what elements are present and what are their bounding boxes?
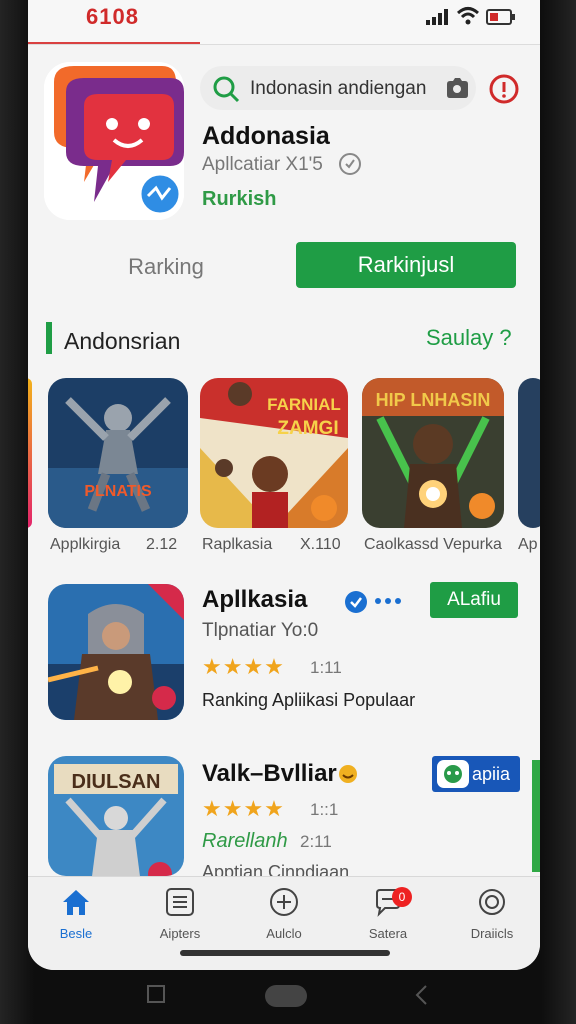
game-art-4	[48, 584, 184, 720]
tab-ranking[interactable]: Rarking	[96, 244, 236, 290]
list-thumb-2[interactable]: DIULSAN	[48, 756, 184, 876]
verified-badge-icon	[345, 591, 367, 613]
status-time: 6108	[86, 4, 139, 29]
home-icon	[63, 890, 89, 915]
gamepad-icon	[437, 760, 469, 788]
svg-text:HIP LNHASIN: HIP LNHASIN	[376, 390, 491, 410]
svg-text:ZAMGI: ZAMGI	[277, 418, 338, 439]
svg-text:DIULSAN: DIULSAN	[72, 771, 161, 793]
nav-label-apps: Aipters	[159, 926, 201, 941]
carousel-card-1[interactable]: PLNATIS	[48, 378, 188, 528]
wifi-icon	[456, 7, 480, 25]
install-button-1[interactable]: ALafiu	[430, 582, 518, 618]
svg-text:PLNATIS: PLNATIS	[84, 483, 152, 500]
rating-stars-1: ★★★★	[202, 654, 285, 679]
more-icon[interactable]	[374, 596, 402, 606]
camera-icon[interactable]	[444, 76, 470, 100]
nav-item-chat[interactable]: 0 Satera	[348, 887, 428, 941]
game-art-2: FARNIAL ZAMGI	[200, 378, 348, 528]
list-subtitle-1: Tlpnatiar Yo:0	[202, 620, 319, 641]
nav-item-apps[interactable]: Aipters	[140, 887, 220, 941]
status-divider	[28, 44, 540, 45]
app-name: Addonasia	[202, 122, 330, 150]
app-subtitle: Apllcatiar X1'5	[202, 154, 323, 175]
rating-value-1: 1:11	[310, 658, 342, 677]
alert-icon[interactable]	[488, 73, 520, 105]
list-title-1: Apllkasia	[202, 586, 308, 613]
signal-icon	[426, 9, 448, 25]
right-edge-accent	[532, 760, 540, 872]
recent-apps-icon[interactable]	[146, 984, 166, 1004]
carousel-label-2: Raplkasia	[202, 536, 273, 553]
app-icon[interactable]	[44, 62, 184, 220]
carousel-card-partial-left[interactable]	[28, 378, 32, 528]
nav-item-home[interactable]: Besle	[36, 887, 116, 941]
game-art-5: DIULSAN	[48, 756, 184, 876]
search-bar[interactable]: Indonasin andiengan	[200, 66, 476, 110]
carousel-card-3[interactable]: HIP LNHASIN	[362, 378, 504, 528]
chat-logo-icon	[44, 62, 184, 220]
notification-badge: 0	[392, 887, 412, 907]
carousel-extra-1: 2.12	[146, 536, 178, 553]
list-green-extra-2: 2:11	[300, 832, 332, 851]
status-bar: 6108	[28, 0, 540, 45]
back-icon[interactable]	[412, 984, 432, 1006]
game-art-3: HIP LNHASIN	[362, 378, 504, 528]
nav-item-add[interactable]: Aulclo	[244, 887, 324, 941]
home-indicator[interactable]	[180, 950, 390, 956]
app-category[interactable]: Rurkish	[202, 188, 276, 211]
search-placeholder: Indonasin andiengan	[250, 78, 427, 99]
battery-icon	[486, 9, 515, 25]
open-button-2[interactable]: apiia	[432, 756, 520, 792]
phone-frame: 6108 Indonasin andiengan Addonasia Apllc…	[0, 0, 576, 1024]
carousel-card-2[interactable]: FARNIAL ZAMGI	[200, 378, 348, 528]
rating-value-2: 1::1	[310, 800, 339, 819]
nav-label-details: Draiicls	[470, 926, 514, 941]
nav-label-add: Aulclo	[266, 926, 302, 941]
open-button-label-2: apiia	[472, 764, 511, 784]
list-thumb-1[interactable]	[48, 584, 184, 720]
carousel-label-4: Ap	[518, 536, 538, 553]
list-green-text-2: Rarellanh	[202, 830, 288, 852]
svg-text:FARNIAL: FARNIAL	[267, 395, 341, 414]
carousel-label-3: Caolkassd Vepurka	[364, 536, 502, 553]
list-title-2: Valk–Bvlliar	[202, 760, 337, 787]
plus-icon	[270, 888, 298, 916]
rating-stars-2: ★★★★	[202, 796, 285, 821]
list-icon	[166, 888, 194, 916]
carousel-extra-2: X.110	[300, 536, 341, 553]
section-more-link[interactable]: Saulay ?	[426, 325, 512, 351]
nav-label-chat: Satera	[368, 926, 408, 941]
tab-ranking-active[interactable]: Rarkinjusl	[296, 242, 516, 288]
carousel-card-partial-right[interactable]	[518, 378, 540, 528]
section-title: Andonsrian	[64, 328, 181, 354]
smile-icon	[339, 765, 357, 783]
carousel-label-1: Applkirgia	[50, 536, 121, 553]
nav-item-details[interactable]: Draiicls	[452, 887, 532, 941]
home-button-icon[interactable]	[264, 984, 308, 1010]
search-icon	[213, 76, 240, 103]
screen: 6108 Indonasin andiengan Addonasia Apllc…	[28, 0, 540, 970]
game-art-1: PLNATIS	[48, 378, 188, 528]
section-accent-bar	[46, 322, 52, 354]
nav-label-home: Besle	[59, 926, 93, 941]
target-icon	[479, 889, 505, 915]
list-description-1: Ranking Apliikasi Populaar	[202, 690, 416, 710]
verified-icon	[339, 153, 361, 175]
